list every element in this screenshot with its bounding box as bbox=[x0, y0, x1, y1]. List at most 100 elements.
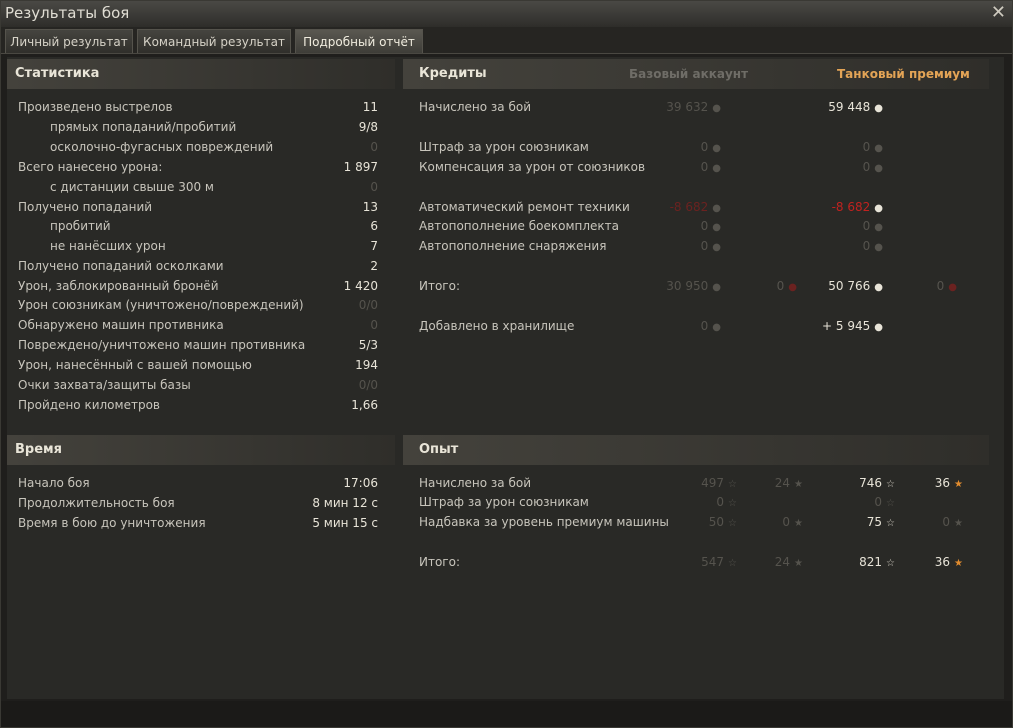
credits-icon: ● bbox=[874, 143, 883, 154]
credits-icon: ● bbox=[712, 103, 721, 114]
base-xp-amount: 0 bbox=[716, 495, 725, 509]
stat-row: Получено попаданий осколками 2 bbox=[18, 256, 378, 276]
premium-amount: 0 bbox=[862, 239, 871, 253]
credits-icon: ● bbox=[712, 163, 721, 174]
premium-amount: + 5 945 bbox=[822, 319, 871, 333]
base-xp-value: 547 ☆ bbox=[701, 552, 737, 574]
credits-row: Штраф за урон союзникам 0 ● 0 ● bbox=[419, 137, 979, 157]
premium-amount: 0 bbox=[862, 160, 871, 174]
statistics-title: Статистика bbox=[15, 66, 100, 81]
stat-label: Получено попаданий осколками bbox=[18, 259, 224, 273]
premium-value: 50 766 ● bbox=[828, 276, 883, 298]
base-amount: 30 950 bbox=[666, 279, 709, 293]
credits-icon: ● bbox=[874, 242, 883, 253]
close-icon[interactable]: ✕ bbox=[991, 2, 1006, 23]
xp-star-icon: ☆ bbox=[728, 558, 737, 569]
base-xp-amount: 547 bbox=[701, 555, 725, 569]
free-xp-star-icon: ★ bbox=[954, 558, 963, 569]
stat-label: Очки захвата/защиты базы bbox=[18, 378, 191, 392]
battle-results-window: Результаты боя ✕ Личный результат Команд… bbox=[0, 0, 1013, 728]
xp-star-icon: ☆ bbox=[886, 558, 895, 569]
premium-amount: 0 bbox=[862, 140, 871, 154]
stat-row: Произведено выстрелов 11 bbox=[18, 97, 378, 117]
base-amount: -8 682 bbox=[669, 200, 709, 214]
experience-label: Начислено за бой bbox=[419, 476, 532, 490]
stat-value: 9/8 bbox=[358, 120, 378, 134]
stat-label: не нанёсших урон bbox=[50, 239, 166, 253]
xp-star-icon: ☆ bbox=[886, 518, 895, 529]
base-xp-value: 0 ☆ bbox=[716, 492, 737, 514]
stat-row: с дистанции свыше 300 м 0 bbox=[18, 177, 378, 197]
xp-star-icon: ☆ bbox=[728, 518, 737, 529]
stat-label: Обнаружено машин противника bbox=[18, 318, 224, 332]
base-value: 0 ● bbox=[701, 316, 721, 338]
free-xp-star-icon: ★ bbox=[954, 518, 963, 529]
credits-header: Кредиты Базовый аккаунт Танковый премиум bbox=[403, 59, 989, 89]
experience-row: Начислено за бой 497 ☆ 24 ★ 746 ☆ 36 ★ bbox=[419, 473, 979, 493]
stat-value: 6 bbox=[370, 219, 378, 233]
premium-free-xp-amount: 36 bbox=[934, 555, 951, 569]
stat-value: 13 bbox=[362, 200, 378, 214]
stat-label: Урон, нанесённый с вашей помощью bbox=[18, 358, 252, 372]
bottom-bar bbox=[1, 701, 1012, 727]
tank-premium-column: Танковый премиум bbox=[837, 67, 970, 81]
xp-star-icon: ☆ bbox=[728, 498, 737, 509]
stat-label: осколочно-фугасных повреждений bbox=[50, 140, 274, 154]
premium-value: 59 448 ● bbox=[828, 97, 883, 119]
premium-free-xp-amount: 36 bbox=[934, 476, 951, 490]
stat-label: Получено попаданий bbox=[18, 200, 153, 214]
tab-personal-result[interactable]: Личный результат bbox=[5, 29, 133, 53]
stat-label: прямых попаданий/пробитий bbox=[50, 120, 237, 134]
stat-label: Всего нанесено урона: bbox=[18, 160, 163, 174]
credits-title: Кредиты bbox=[419, 66, 487, 81]
experience-row: Штраф за урон союзникам 0 ☆ 0 ☆ bbox=[419, 492, 979, 512]
tab-team-result[interactable]: Командный результат bbox=[137, 29, 291, 53]
stat-value: 7 bbox=[370, 239, 378, 253]
stat-value: 194 bbox=[355, 358, 378, 372]
stat-row: осколочно-фугасных повреждений 0 bbox=[18, 137, 378, 157]
stat-row: пробитий 6 bbox=[18, 216, 378, 236]
base-xp-value: 50 ☆ bbox=[709, 512, 737, 534]
premium-free-xp-value: 0 ★ bbox=[942, 512, 963, 534]
credits-icon: ● bbox=[874, 282, 883, 293]
time-label: Продолжительность боя bbox=[18, 496, 175, 510]
base-free-xp-value: 24 ★ bbox=[775, 552, 803, 574]
time-row: Начало боя 17:06 bbox=[18, 473, 378, 493]
base-value: 0 ● bbox=[701, 236, 721, 258]
premium-xp-value: 821 ☆ bbox=[859, 552, 895, 574]
base-free-xp-value: 0 ★ bbox=[782, 512, 803, 534]
base-amount: 0 bbox=[700, 239, 709, 253]
time-label: Время в бою до уничтожения bbox=[18, 516, 206, 530]
stat-label: с дистанции свыше 300 м bbox=[50, 180, 214, 194]
credits-row: Итого: 30 950 ● 0 ● 50 766 ● 0 ● bbox=[419, 276, 979, 296]
stat-value: 0/0 bbox=[358, 378, 378, 392]
stat-row: Всего нанесено урона: 1 897 bbox=[18, 157, 378, 177]
time-label: Начало боя bbox=[18, 476, 90, 490]
credits-icon: ● bbox=[712, 143, 721, 154]
base-account-column: Базовый аккаунт bbox=[629, 67, 749, 81]
time-header: Время bbox=[7, 435, 395, 465]
base-amount: 0 bbox=[700, 219, 709, 233]
stat-value: 1 420 bbox=[343, 279, 378, 293]
tab-detailed-report[interactable]: Подробный отчёт bbox=[295, 29, 423, 53]
credits-icon: ● bbox=[712, 282, 721, 293]
base-amount: 0 bbox=[700, 160, 709, 174]
stat-row: Получено попаданий 13 bbox=[18, 197, 378, 217]
stat-value: 1,66 bbox=[351, 398, 378, 412]
base-amount: 0 bbox=[700, 319, 709, 333]
time-value: 17:06 bbox=[343, 476, 378, 490]
time-value: 5 мин 15 с bbox=[312, 516, 378, 530]
premium-xp-amount: 0 bbox=[874, 495, 883, 509]
base-value: 0 ● bbox=[701, 157, 721, 179]
premium-value: 0 ● bbox=[863, 236, 883, 258]
experience-row: Надбавка за уровень премиум машины 50 ☆ 0 ★ 7… bbox=[419, 512, 979, 532]
stat-value: 2 bbox=[370, 259, 378, 273]
credits-icon: ● bbox=[712, 242, 721, 253]
premium-gold-value: 0 ● bbox=[937, 276, 957, 298]
credits-icon: ● bbox=[874, 103, 883, 114]
stat-value: 0 bbox=[370, 180, 378, 194]
premium-gold-amount: 0 bbox=[936, 279, 945, 293]
stat-value: 5/3 bbox=[358, 338, 378, 352]
stat-row: Пройдено километров 1,66 bbox=[18, 395, 378, 415]
credits-row: Автопополнение снаряжения 0 ● 0 ● bbox=[419, 236, 979, 256]
